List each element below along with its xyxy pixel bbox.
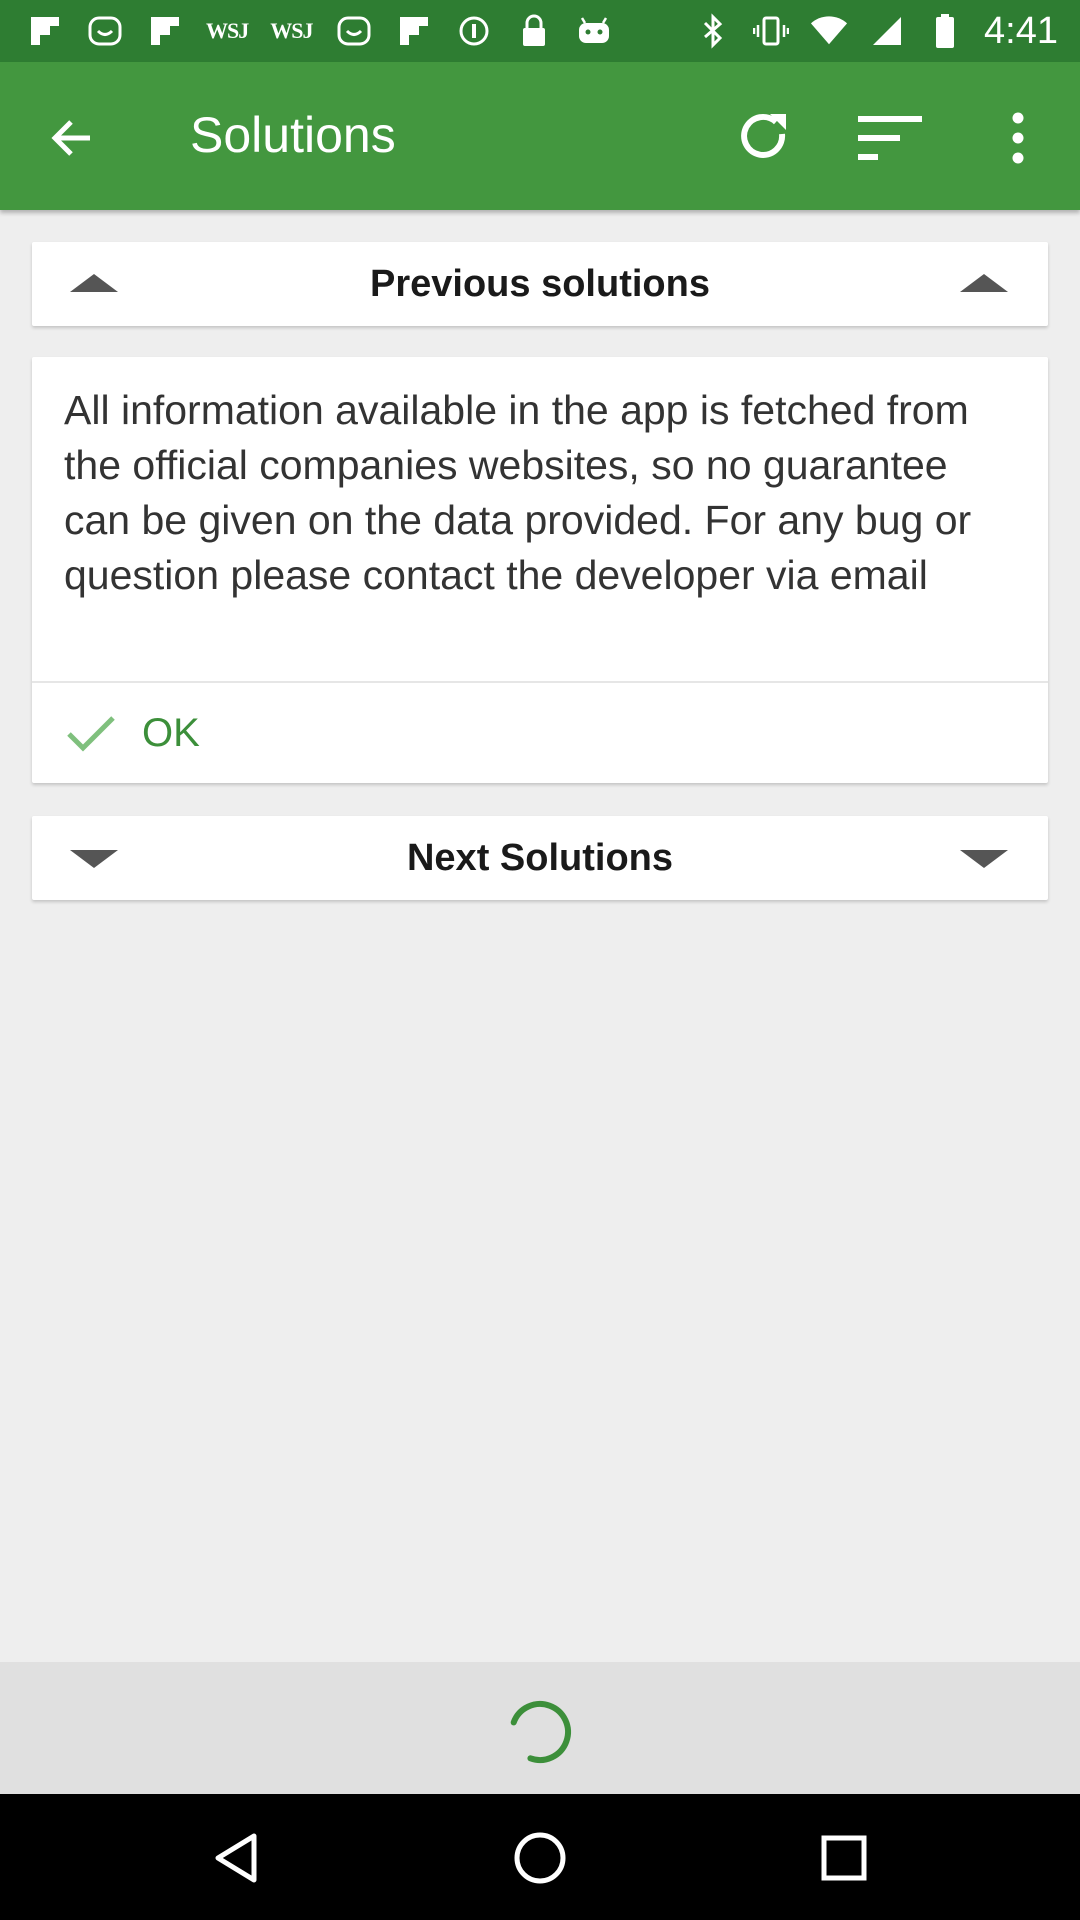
- flipboard-icon: [26, 12, 64, 50]
- android-icon: [575, 12, 613, 50]
- back-button[interactable]: [44, 110, 100, 166]
- refresh-button[interactable]: [732, 106, 796, 170]
- signal-icon: [868, 12, 906, 50]
- loading-spinner-icon: [510, 1701, 571, 1763]
- next-solutions-button[interactable]: Next Solutions: [32, 816, 1048, 900]
- nav-back-button[interactable]: [208, 1830, 264, 1886]
- wsj-icon: WSJ: [206, 18, 249, 43]
- bluetooth-icon: [694, 12, 732, 50]
- triangle-back-icon: [215, 1833, 257, 1883]
- app-bar: Solutions: [0, 62, 1080, 210]
- ok-label: OK: [142, 710, 200, 755]
- ok-button[interactable]: OK: [32, 683, 1048, 783]
- circle-home-icon: [514, 1832, 566, 1884]
- smiley-icon: [335, 12, 373, 50]
- flipboard-icon: [395, 12, 433, 50]
- flipboard-icon: [146, 12, 184, 50]
- info-message: All information available in the app is …: [64, 387, 972, 598]
- system-status: 4:41: [694, 10, 1080, 53]
- sort-icon: [858, 116, 922, 160]
- arrow-back-icon: [51, 120, 90, 156]
- arrow-up-icon: [960, 274, 1008, 292]
- wsj-icon: WSJ: [270, 18, 313, 43]
- info-icon: [455, 12, 493, 50]
- refresh-icon: [741, 113, 786, 158]
- previous-solutions-button[interactable]: Previous solutions: [32, 242, 1048, 326]
- more-options-button[interactable]: [1000, 106, 1036, 170]
- status-bar: WSJ WSJ 4:41: [0, 0, 1080, 62]
- vibrate-icon: [752, 12, 790, 50]
- nav-recents-button[interactable]: [816, 1830, 872, 1886]
- info-card: All information available in the app is …: [32, 357, 1048, 783]
- arrow-down-icon: [960, 850, 1008, 868]
- sort-button[interactable]: [856, 110, 924, 166]
- wifi-icon: [810, 12, 848, 50]
- loading-footer: [0, 1662, 1080, 1794]
- square-recents-icon: [821, 1835, 867, 1881]
- battery-icon: [926, 12, 964, 50]
- clock: 4:41: [984, 9, 1058, 52]
- lock-icon: [515, 12, 553, 50]
- notification-icons: WSJ WSJ: [0, 12, 613, 50]
- check-icon: [67, 716, 115, 752]
- page-title: Solutions: [190, 107, 396, 163]
- more-vert-icon: [1012, 112, 1024, 164]
- smiley-icon: [86, 12, 124, 50]
- previous-solutions-label: Previous solutions: [370, 262, 710, 305]
- navigation-bar: [0, 1794, 1080, 1920]
- nav-home-button[interactable]: [512, 1830, 568, 1886]
- next-solutions-label: Next Solutions: [406, 836, 674, 879]
